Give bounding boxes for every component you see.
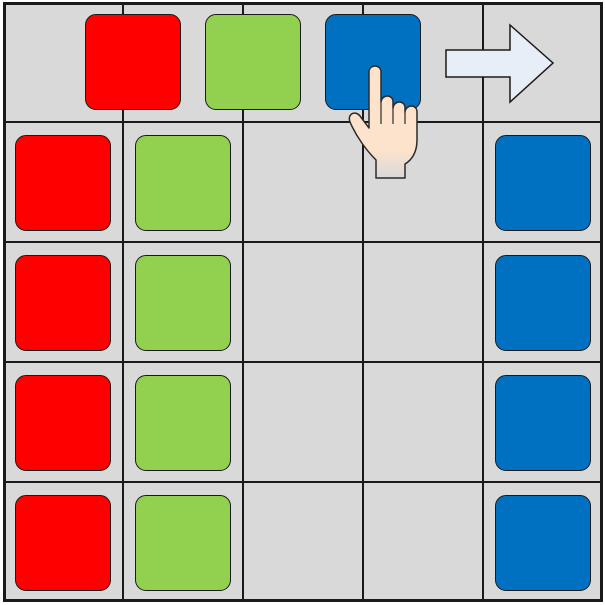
- overlay-layer: [348, 23, 555, 179]
- pointing-hand-icon: [348, 65, 418, 179]
- right-arrow-icon[interactable]: [445, 23, 555, 104]
